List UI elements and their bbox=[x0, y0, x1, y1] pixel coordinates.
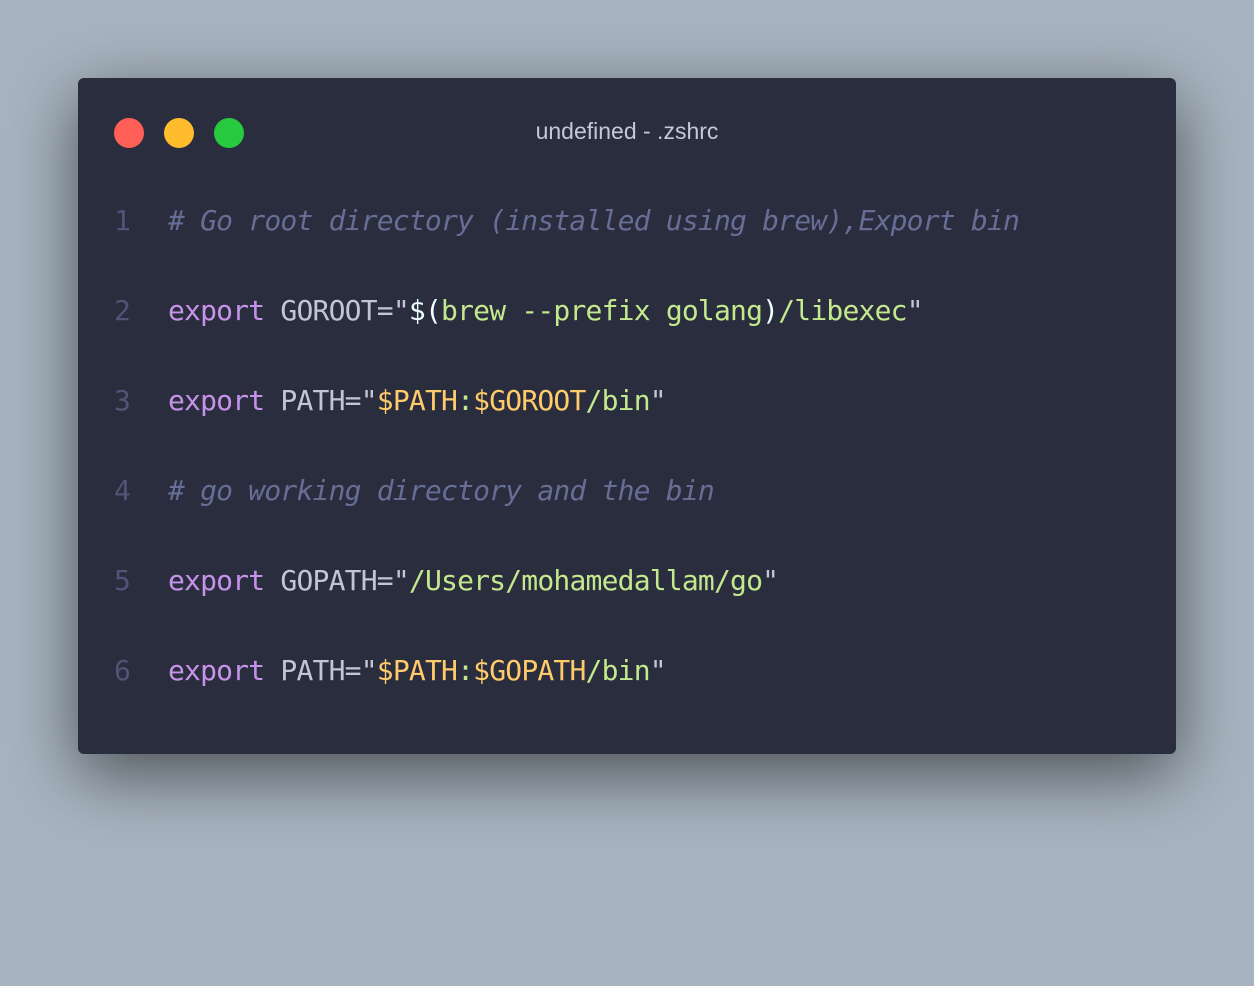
quote-close: " bbox=[649, 654, 667, 687]
subshell-command: brew --prefix golang bbox=[441, 294, 763, 327]
path-separator: : bbox=[457, 654, 474, 687]
keyword-export: export bbox=[168, 654, 265, 687]
variable-assignment: PATH= bbox=[264, 384, 361, 417]
variable-reference: $GOPATH bbox=[473, 654, 586, 687]
code-line-5: 5 export GOPATH="/Users/mohamedallam/go" bbox=[78, 536, 1176, 626]
line-content: export GOROOT="$(brew --prefix golang)/l… bbox=[168, 266, 924, 356]
subshell-open: $( bbox=[408, 294, 442, 327]
quote-close: " bbox=[762, 564, 779, 597]
variable-reference: $GOROOT bbox=[473, 384, 586, 417]
path-suffix: /bin bbox=[585, 654, 651, 687]
variable-assignment: GOROOT= bbox=[264, 294, 393, 327]
keyword-export: export bbox=[168, 294, 265, 327]
string-literal: /Users/mohamedallam/go bbox=[408, 564, 763, 597]
variable-reference: $PATH bbox=[376, 654, 458, 687]
quote-open: " bbox=[360, 654, 378, 687]
path-suffix: /libexec bbox=[778, 294, 907, 327]
code-window: undefined - .zshrc 1 # Go root directory… bbox=[78, 78, 1176, 754]
path-separator: : bbox=[457, 384, 474, 417]
comment: # go working directory and the bin bbox=[168, 474, 715, 507]
comment: # Go root directory (installed using bre… bbox=[168, 204, 1020, 237]
line-number: 1 bbox=[114, 204, 131, 237]
line-number: 3 bbox=[114, 384, 131, 417]
code-line-6: 6 export PATH="$PATH:$GOPATH/bin" bbox=[78, 626, 1176, 716]
code-line-1: 1 # Go root directory (installed using b… bbox=[78, 176, 1176, 266]
subshell-close: ) bbox=[762, 294, 779, 327]
line-number: 4 bbox=[114, 474, 131, 507]
keyword-export: export bbox=[168, 564, 265, 597]
code-block: 1 # Go root directory (installed using b… bbox=[78, 176, 1176, 716]
keyword-export: export bbox=[168, 384, 265, 417]
line-number: 5 bbox=[114, 564, 131, 597]
quote-open: " bbox=[392, 564, 410, 597]
quote-open: " bbox=[360, 384, 378, 417]
variable-reference: $PATH bbox=[376, 384, 458, 417]
line-number: 6 bbox=[114, 654, 131, 687]
variable-assignment: PATH= bbox=[264, 654, 361, 687]
line-content: # go working directory and the bin bbox=[168, 446, 715, 536]
code-line-3: 3 export PATH="$PATH:$GOROOT/bin" bbox=[78, 356, 1176, 446]
code-line-2: 2 export GOROOT="$(brew --prefix golang)… bbox=[78, 266, 1176, 356]
variable-assignment: GOPATH= bbox=[264, 564, 393, 597]
quote-close: " bbox=[906, 294, 924, 327]
line-content: export PATH="$PATH:$GOPATH/bin" bbox=[168, 626, 667, 716]
line-content: export GOPATH="/Users/mohamedallam/go" bbox=[168, 536, 779, 626]
line-number: 2 bbox=[114, 294, 131, 327]
line-content: # Go root directory (installed using bre… bbox=[168, 176, 1020, 266]
path-suffix: /bin bbox=[585, 384, 651, 417]
window-title: undefined - .zshrc bbox=[535, 118, 719, 144]
quote-close: " bbox=[649, 384, 667, 417]
code-line-4: 4 # go working directory and the bin bbox=[78, 446, 1176, 536]
line-content: export PATH="$PATH:$GOROOT/bin" bbox=[168, 356, 667, 446]
quote-open: " bbox=[392, 294, 410, 327]
